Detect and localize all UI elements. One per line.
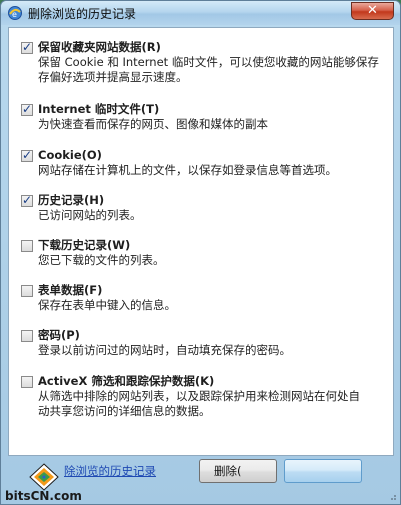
option-description: 您已下载的文件的列表。 — [38, 253, 165, 267]
option-title[interactable]: 密码(P) — [38, 327, 80, 343]
options-panel: 保留收藏夹网站数据(R) 保留 Cookie 和 Internet 临时文件，可… — [8, 27, 394, 456]
option-description: 保存在表单中键入的信息。 — [38, 298, 176, 312]
ie-delete-history-icon: e — [8, 6, 22, 20]
checkbox-download-history[interactable] — [21, 240, 33, 252]
option-activex-tracking: ActiveX 筛选和跟踪保护数据(K) 从筛选中排除的网站列表，以及跟踪保护用… — [21, 373, 391, 419]
bitscn-logo-icon — [29, 463, 59, 491]
option-description: 保留 Cookie 和 Internet 临时文件，可以使您收藏的网站能够保存 — [38, 55, 379, 69]
option-description: 为快速查看而保存的网页、图像和媒体的副本 — [38, 117, 268, 131]
cancel-button[interactable] — [284, 459, 362, 483]
option-preserve-favorites: 保留收藏夹网站数据(R) 保留 Cookie 和 Internet 临时文件，可… — [21, 39, 391, 85]
option-title[interactable]: 保留收藏夹网站数据(R) — [38, 39, 161, 55]
option-description: 存偏好选项并提高显示速度。 — [38, 70, 188, 84]
close-button[interactable]: ✕ — [351, 2, 394, 20]
checkbox-passwords[interactable] — [21, 330, 33, 342]
checkbox-temp-files[interactable] — [21, 102, 33, 116]
option-cookies: Cookie(O) 网站存储在计算机上的文件，以保存如登录信息等首选项。 — [21, 147, 391, 178]
watermark-text: bitsCN.com — [5, 489, 82, 503]
option-title[interactable]: ActiveX 筛选和跟踪保护数据(K) — [38, 373, 214, 389]
resize-grip-icon[interactable] — [387, 491, 397, 501]
option-description: 登录以前访问过的网站时，自动填充保存的密码。 — [38, 343, 291, 357]
window-title: 删除浏览的历史记录 — [28, 7, 137, 21]
option-temp-files: Internet 临时文件(T) 为快速查看而保存的网页、图像和媒体的副本 — [21, 101, 391, 132]
option-title[interactable]: Cookie(O) — [38, 147, 102, 163]
option-description: 动共享您访问的详细信息的数据。 — [38, 404, 211, 418]
checkbox-cookies[interactable] — [21, 148, 33, 162]
option-description: 已访问网站的列表。 — [38, 208, 142, 222]
option-download-history: 下载历史记录(W) 您已下载的文件的列表。 — [21, 237, 391, 268]
dialog-window: e 删除浏览的历史记录 ✕ 保留收藏夹网站数据(R) 保留 Cookie 和 I… — [0, 0, 401, 505]
option-title[interactable]: 表单数据(F) — [38, 282, 102, 298]
watermark: bitsCN.com — [3, 463, 95, 505]
option-history: 历史记录(H) 已访问网站的列表。 — [21, 192, 391, 223]
checkbox-history[interactable] — [21, 193, 33, 207]
option-title[interactable]: 下载历史记录(W) — [38, 237, 130, 253]
option-description: 网站存储在计算机上的文件，以保存如登录信息等首选项。 — [38, 163, 337, 177]
checkbox-preserve-favorites[interactable] — [21, 40, 33, 54]
option-title[interactable]: Internet 临时文件(T) — [38, 101, 159, 117]
checkbox-form-data[interactable] — [21, 285, 33, 297]
option-form-data: 表单数据(F) 保存在表单中键入的信息。 — [21, 282, 391, 313]
delete-button[interactable]: 删除( — [199, 459, 277, 483]
title-bar[interactable]: e 删除浏览的历史记录 ✕ — [1, 1, 400, 25]
checkbox-activex-tracking[interactable] — [21, 376, 33, 388]
svg-text:e: e — [12, 10, 17, 19]
option-title[interactable]: 历史记录(H) — [38, 192, 104, 208]
option-description: 从筛选中排除的网站列表，以及跟踪保护用来检测网站在何处自 — [38, 389, 360, 403]
option-passwords: 密码(P) 登录以前访问过的网站时，自动填充保存的密码。 — [21, 327, 391, 358]
